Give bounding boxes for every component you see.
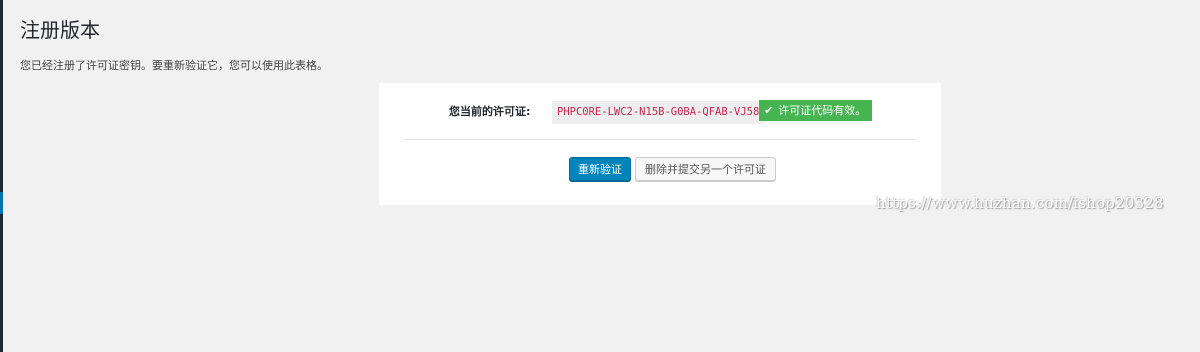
license-status-text: 许可证代码有效。 <box>778 104 867 117</box>
license-label: 您当前的许可证: <box>449 105 531 118</box>
divider <box>404 139 916 140</box>
revalidate-button[interactable]: 重新验证 <box>569 157 631 181</box>
license-panel: 您当前的许可证: PHPC0RE-LWC2-N15B-G0BA-QFAB-VJ5… <box>379 83 941 205</box>
page-title: 注册版本 <box>20 18 100 42</box>
admin-menu-edge <box>0 0 3 352</box>
intro-text: 您已经注册了许可证密钥。要重新验证它，您可以使用此表格。 <box>20 59 328 72</box>
check-icon: ✔ <box>764 104 774 117</box>
remove-license-button[interactable]: 删除并提交另一个许可证 <box>635 157 776 181</box>
admin-menu-active-marker <box>0 192 3 214</box>
license-code: PHPC0RE-LWC2-N15B-G0BA-QFAB-VJ58 <box>552 101 765 124</box>
watermark-text: https://www.huzhan.com/ishop20328 <box>876 194 1164 212</box>
license-valid-badge: ✔ 许可证代码有效。 <box>759 100 873 121</box>
